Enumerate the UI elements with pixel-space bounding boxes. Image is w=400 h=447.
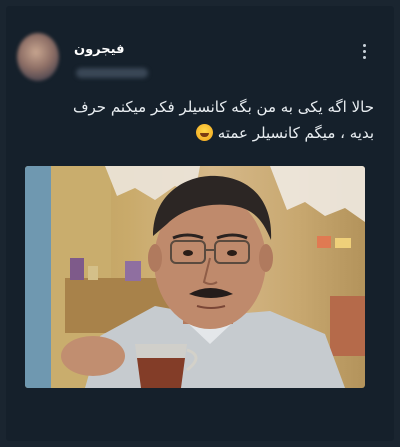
tweet-text-line-1: حالا اگه یکی به من بگه کانسیلر فکر میکنم… [72, 98, 374, 116]
photo-illustration [25, 166, 365, 388]
tweet-media-photo[interactable] [25, 166, 365, 388]
laughing-emoji-icon [195, 124, 213, 141]
tweet-text-line-2: بدیه ، میگم کانسیلر عمته [217, 124, 374, 142]
author-display-name[interactable]: فیجرون [74, 42, 124, 57]
avatar[interactable] [17, 33, 59, 81]
tweet-text: حالا اگه یکی به من بگه کانسیلر فکر میکنم… [24, 94, 374, 146]
tweet-card[interactable]: فیجرون حالا اگه یکی به من بگه کانسیلر فک… [6, 6, 394, 441]
author-handle-blurred [76, 68, 148, 78]
tweet-text-line-2-wrap: بدیه ، میگم کانسیلر عمته [24, 120, 374, 146]
more-options-icon[interactable] [358, 44, 370, 64]
